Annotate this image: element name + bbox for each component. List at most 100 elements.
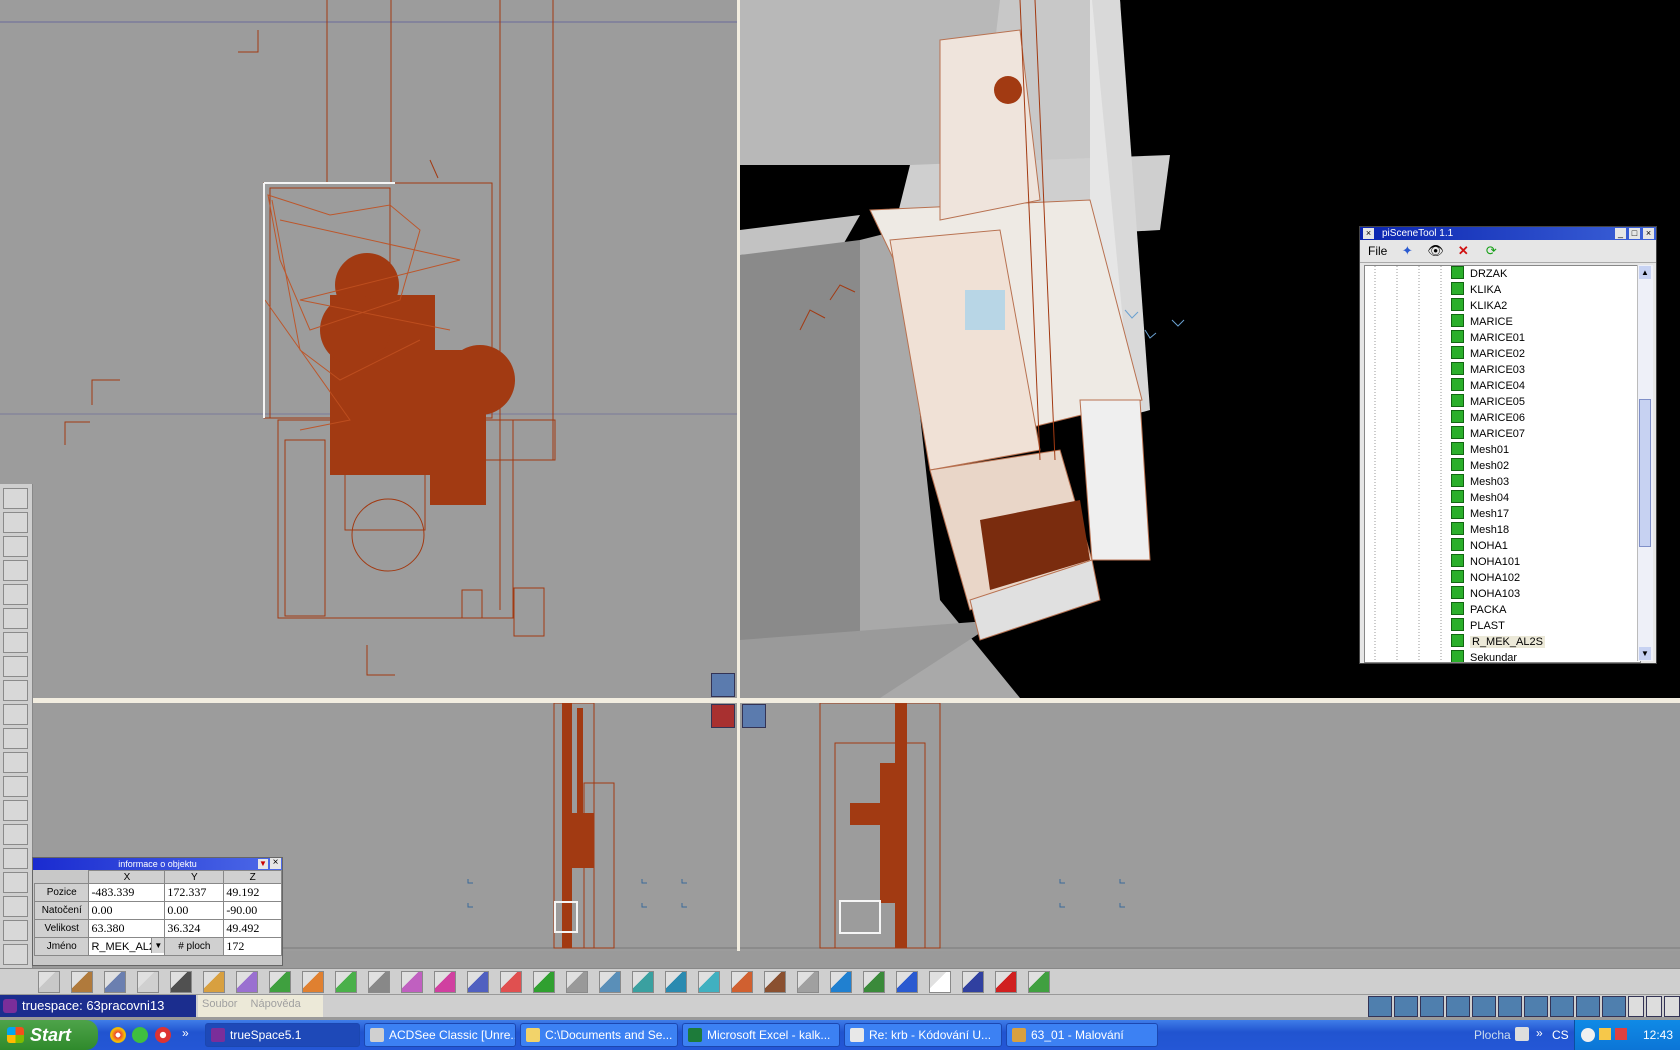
tool-icon[interactable] (929, 971, 951, 993)
rotation-z-field[interactable]: -90.00 (223, 901, 282, 920)
chevron-right-icon[interactable]: » (182, 1026, 189, 1040)
flower-icon[interactable] (132, 1027, 148, 1043)
scene-tree-item[interactable]: MARICE05 (1451, 394, 1525, 410)
tray-expand-icon[interactable] (1581, 1028, 1595, 1042)
tool-icon[interactable] (566, 971, 588, 993)
viewport-side[interactable] (740, 703, 1680, 951)
car-icon[interactable] (3, 704, 28, 725)
chevron-right-icon[interactable]: » (1536, 1026, 1543, 1040)
scene-tree-item[interactable]: NOHA101 (1451, 554, 1520, 570)
tool-icon[interactable] (368, 971, 390, 993)
desktop-toolbar-label[interactable]: Plocha (1474, 1028, 1511, 1042)
position-z-field[interactable]: 49.192 (223, 883, 282, 902)
chrome-icon[interactable] (110, 1027, 126, 1043)
task-acdsee[interactable]: ACDSee Classic [Unre... (364, 1023, 516, 1047)
size-x-field[interactable]: 63.380 (88, 919, 166, 938)
task-excel[interactable]: Microsoft Excel - kalk... (682, 1023, 840, 1047)
picture-icon[interactable] (3, 776, 28, 797)
dropdown-icon[interactable]: ▼ (258, 859, 268, 869)
tool-icon[interactable] (962, 971, 984, 993)
scene-tree-item[interactable]: DRZAK (1451, 266, 1507, 282)
tools-icon[interactable] (3, 920, 28, 941)
car-icon[interactable] (3, 584, 28, 605)
landscape-icon[interactable] (3, 872, 28, 893)
scene-tree-item[interactable]: Mesh18 (1451, 522, 1509, 538)
tool-icon[interactable] (236, 971, 258, 993)
scene-tree-item[interactable]: Mesh01 (1451, 442, 1509, 458)
eye-icon[interactable]: 👁 (1427, 243, 1444, 259)
viewport-splitter-horizontal[interactable] (32, 698, 1680, 703)
folder-icon[interactable] (3, 944, 28, 965)
tool-icon[interactable] (533, 971, 555, 993)
palette-icon[interactable] (3, 824, 28, 845)
menu-napoveda[interactable]: Nápověda (251, 998, 301, 1010)
car-icon[interactable] (3, 632, 28, 653)
scene-tree-item[interactable]: MARICE02 (1451, 346, 1525, 362)
car-icon[interactable] (3, 680, 28, 701)
scene-tree-item[interactable]: MARICE04 (1451, 378, 1525, 394)
tool-icon[interactable] (1446, 996, 1470, 1017)
tool-icon[interactable] (137, 971, 159, 993)
scene-tree-item[interactable]: MARICE01 (1451, 330, 1525, 346)
viewport-top-left[interactable] (0, 0, 737, 698)
tool-icon[interactable] (38, 971, 60, 993)
tool-icon[interactable] (434, 971, 456, 993)
viewport-splitter-vertical[interactable] (737, 0, 740, 951)
scene-tool-titlebar[interactable]: × piSceneTool 1.1 _ □ × (1360, 227, 1656, 240)
close-icon[interactable]: × (1363, 228, 1374, 239)
tool-icon[interactable] (1472, 996, 1496, 1017)
tool-icon[interactable] (830, 971, 852, 993)
start-button[interactable]: Start (0, 1020, 98, 1050)
close-icon[interactable]: × (270, 858, 281, 869)
car-icon[interactable] (3, 608, 28, 629)
car-icon[interactable] (3, 488, 28, 509)
star-icon[interactable]: ✦ (1399, 243, 1415, 259)
scene-tree-item[interactable]: PLAST (1451, 618, 1505, 634)
antivirus-icon[interactable] (1615, 1028, 1627, 1040)
tool-icon[interactable] (995, 971, 1017, 993)
scene-tree-item[interactable]: PACKA (1451, 602, 1506, 618)
scrollbar-thumb[interactable] (1639, 399, 1651, 547)
opera-icon[interactable] (155, 1027, 171, 1043)
close-icon[interactable]: × (1643, 228, 1654, 239)
tool-icon[interactable] (863, 971, 885, 993)
tool-icon[interactable] (500, 971, 522, 993)
tool-icon[interactable] (764, 971, 786, 993)
tool-icon[interactable] (203, 971, 225, 993)
tool-icon[interactable] (1368, 996, 1392, 1017)
minimize-icon[interactable]: _ (1615, 228, 1626, 239)
scene-tree-item[interactable]: R_MEK_AL2S (1451, 634, 1545, 650)
task-email[interactable]: Re: krb - Kódování U... (844, 1023, 1002, 1047)
rotation-x-field[interactable]: 0.00 (88, 901, 166, 920)
viewport-nav-icon[interactable] (711, 673, 735, 697)
scene-tree-item[interactable]: Sekundar (1451, 650, 1517, 662)
scene-tree-item[interactable]: MARICE07 (1451, 426, 1525, 442)
primitives-icon[interactable] (3, 560, 28, 581)
chevron-down-icon[interactable]: ▼ (151, 938, 165, 953)
size-z-field[interactable]: 49.492 (223, 919, 282, 938)
scroll-up-icon[interactable]: ▲ (1639, 266, 1651, 279)
tool-icon[interactable] (170, 971, 192, 993)
network-icon[interactable] (1599, 1028, 1611, 1040)
maximize-icon[interactable]: □ (1629, 228, 1640, 239)
task-truespace[interactable]: trueSpace5.1 (205, 1023, 360, 1047)
task-explorer[interactable]: C:\Documents and Se... (520, 1023, 678, 1047)
primitives-icon[interactable] (3, 752, 28, 773)
scene-tree-item[interactable]: MARICE (1451, 314, 1513, 330)
scene-tree-item[interactable]: MARICE03 (1451, 362, 1525, 378)
tool-icon[interactable] (1576, 996, 1600, 1017)
tool-icon[interactable] (731, 971, 753, 993)
file-menu[interactable]: File (1368, 244, 1387, 258)
tool-icon[interactable] (1550, 996, 1574, 1017)
viewport-nav-icon[interactable] (711, 704, 735, 728)
car-icon[interactable] (3, 512, 28, 533)
rotation-y-field[interactable]: 0.00 (164, 901, 225, 920)
language-indicator[interactable]: CS (1552, 1028, 1569, 1042)
scene-tree[interactable]: DRZAK KLIKA KLIKA2 MARICE MARICE01 MARICE02 MA… (1364, 265, 1641, 663)
scene-tree-item[interactable]: KLIKA2 (1451, 298, 1507, 314)
tool-icon[interactable] (1602, 996, 1626, 1017)
scene-tree-item[interactable]: NOHA102 (1451, 570, 1520, 586)
scene-tree-item[interactable]: Mesh04 (1451, 490, 1509, 506)
refresh-icon[interactable]: ⟳ (1483, 243, 1499, 259)
tool-icon[interactable] (632, 971, 654, 993)
